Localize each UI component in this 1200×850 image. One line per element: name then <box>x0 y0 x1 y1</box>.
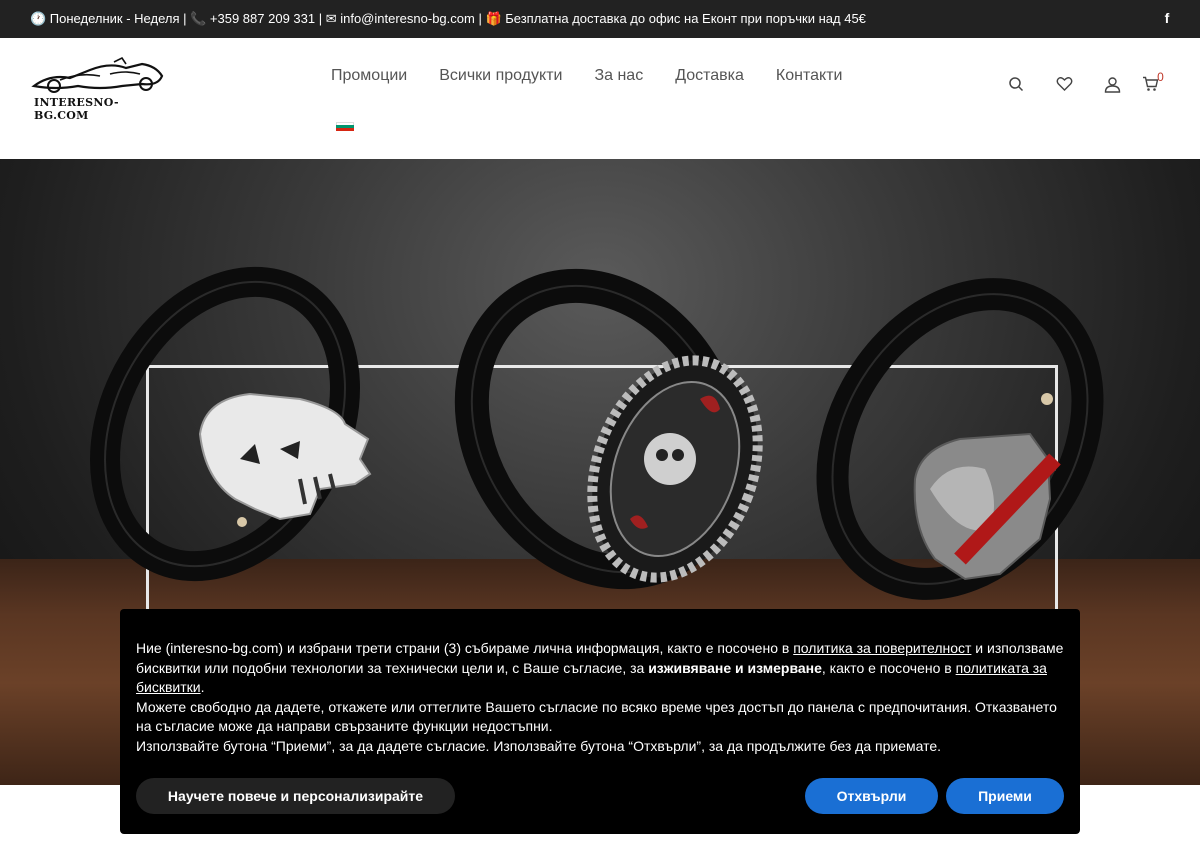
header-icons: 0 <box>992 70 1172 94</box>
motorcycle-logo-icon <box>31 56 164 93</box>
cookie-text-bold: изживяване и измерване <box>648 659 822 676</box>
cookie-consent-banner: Ние (interesno-bg.com) и избрани трети с… <box>120 609 1080 834</box>
separator: | <box>179 11 191 26</box>
learn-more-button[interactable]: Научете повече и персонализирайте <box>136 778 455 814</box>
accept-button[interactable]: Приеми <box>946 778 1064 814</box>
site-logo[interactable]: INTERESNO-BG.COM <box>30 56 170 122</box>
main-nav: Промоции Всички продукти За нас Доставка… <box>331 67 874 85</box>
top-bar: 🕐 Понеделник - Неделя | 📞 +359 887 209 3… <box>0 0 1200 38</box>
phone-number[interactable]: 📞 +359 887 209 331 <box>190 11 315 26</box>
cart-icon[interactable]: 0 <box>1136 70 1172 94</box>
cookie-text-part: . <box>200 679 205 695</box>
privacy-policy-link[interactable]: политика за поверителност <box>793 640 971 656</box>
cookie-text-part: , както е посочено в <box>821 659 956 676</box>
cookie-text-part: Ние (interesno-bg.com) и избрани трети с… <box>136 640 794 656</box>
logo-text: INTERESNO-BG.COM <box>34 96 119 122</box>
search-icon[interactable] <box>992 74 1040 94</box>
cookie-paragraph-1: Ние (interesno-bg.com) и избрани трети с… <box>136 639 1066 698</box>
bulgarian-flag-icon[interactable] <box>336 122 354 131</box>
account-user-icon[interactable] <box>1088 74 1136 94</box>
cookie-text: Ние (interesno-bg.com) и избрани трети с… <box>136 639 1066 756</box>
nav-contacts[interactable]: Контакти <box>776 67 843 85</box>
nav-all-products[interactable]: Всички продукти <box>439 67 562 85</box>
nav-delivery[interactable]: Доставка <box>675 67 744 85</box>
site-header: INTERESNO-BG.COM Промоции Всички продукт… <box>0 38 1200 159</box>
skull-chain-belt <box>454 268 763 590</box>
separator: | <box>474 11 486 26</box>
reject-button[interactable]: Отхвърли <box>805 778 938 814</box>
email-link[interactable]: ✉ info@interesno-bg.com <box>326 11 475 26</box>
nav-promotions[interactable]: Промоции <box>331 67 407 85</box>
working-hours: 🕐 Понеделник - Неделя <box>30 11 180 26</box>
cookie-paragraph-3: Използвайте бутона “Приеми”, за да дадет… <box>136 737 942 754</box>
separator: | <box>315 11 326 26</box>
nav-about-us[interactable]: За нас <box>594 67 643 85</box>
punisher-belt <box>90 266 372 582</box>
eagle-belt <box>816 278 1104 600</box>
cookie-paragraph-2: Можете свободно да дадете, откажете или … <box>136 698 1057 735</box>
facebook-icon[interactable]: f <box>1160 10 1174 26</box>
wishlist-heart-icon[interactable] <box>1040 74 1088 94</box>
shipping-promo: 🎁 Безплатна доставка до офис на Еконт пр… <box>485 11 866 26</box>
top-bar-info: 🕐 Понеделник - Неделя | 📞 +359 887 209 3… <box>30 11 866 27</box>
cart-count-badge: 0 <box>1157 70 1164 84</box>
